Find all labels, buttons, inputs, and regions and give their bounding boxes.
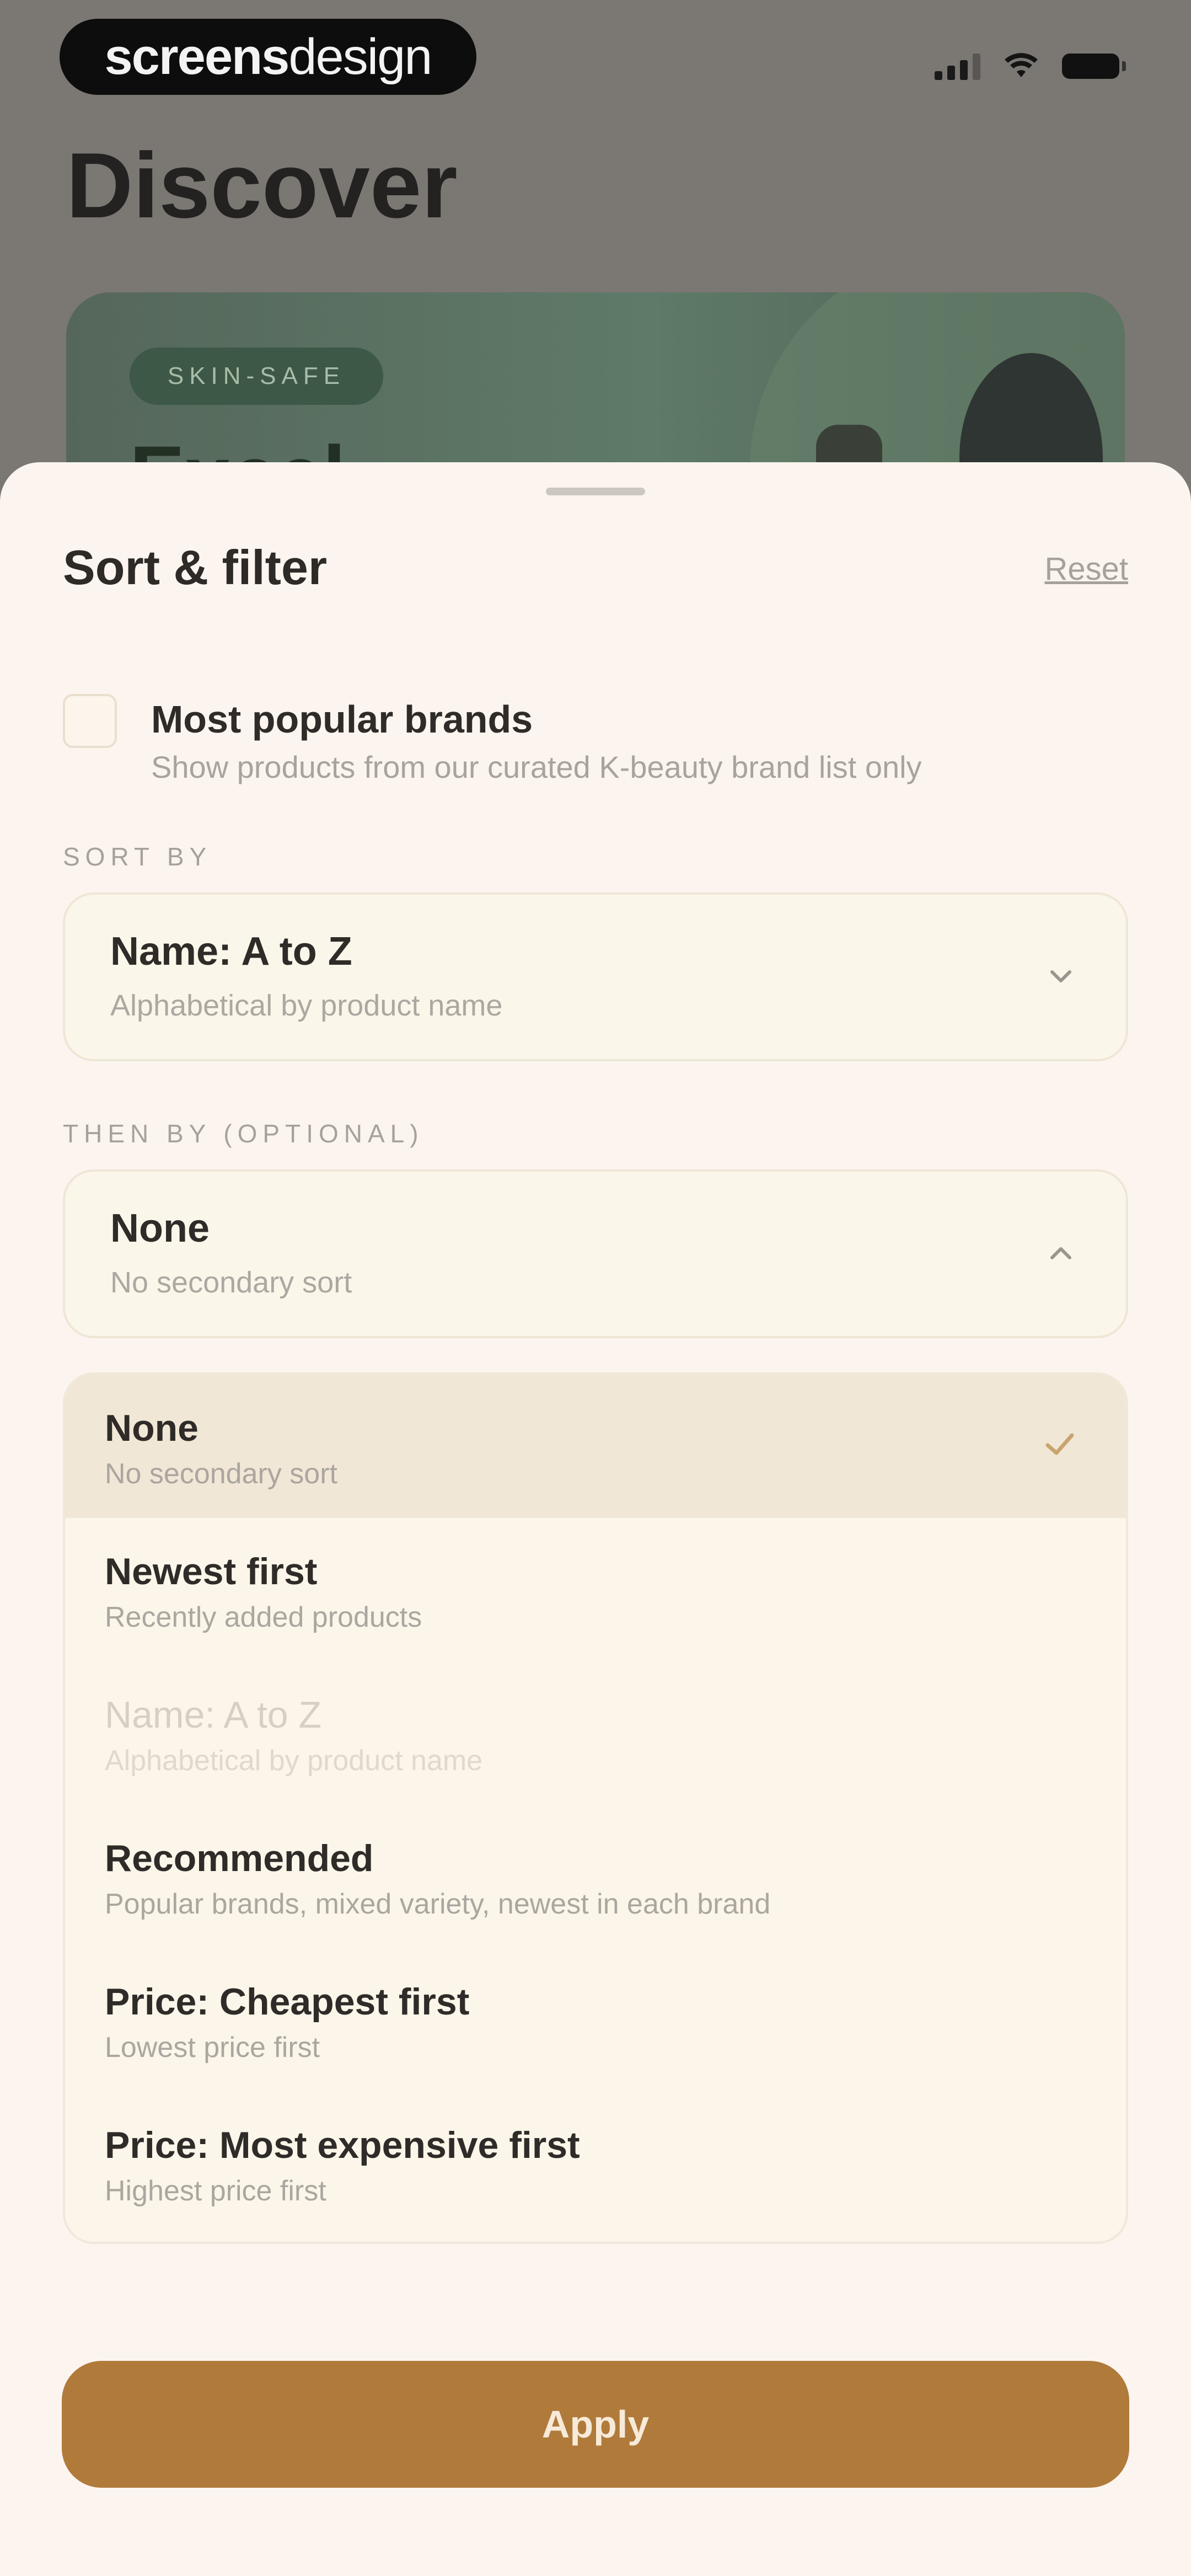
option-subtitle: Lowest price first [105, 2032, 320, 2064]
option-title: Price: Most expensive first [105, 2124, 580, 2166]
checkmark-icon [1045, 1433, 1074, 1455]
status-bar: screens design [0, 0, 1191, 116]
brand-badge: screens design [60, 19, 476, 95]
sort-by-value: Name: A to Z [110, 929, 352, 974]
dropdown-option-name-a-to-z: Name: A to Z Alphabetical by product nam… [65, 1661, 1126, 1805]
brand-bold-text: screens [104, 28, 290, 85]
then-by-label: THEN BY (OPTIONAL) [63, 1119, 424, 1148]
then-by-dropdown: None No secondary sort Newest first Rece… [63, 1372, 1128, 2244]
option-subtitle: Recently added products [105, 1601, 422, 1633]
sort-by-description: Alphabetical by product name [110, 989, 503, 1022]
option-title: Recommended [105, 1837, 374, 1879]
apply-button[interactable]: Apply [62, 2361, 1129, 2488]
option-subtitle: Alphabetical by product name [105, 1745, 483, 1777]
option-subtitle: No secondary sort [105, 1458, 337, 1490]
sort-filter-sheet: Sort & filter Reset Most popular brands … [0, 462, 1191, 2576]
brand-light-text: design [288, 28, 432, 85]
option-title: Newest first [105, 1551, 318, 1592]
sort-by-select[interactable]: Name: A to Z Alphabetical by product nam… [63, 892, 1128, 1061]
reset-link[interactable]: Reset [1044, 551, 1128, 587]
option-subtitle: Popular brands, mixed variety, newest in… [105, 1888, 771, 1920]
then-by-description: No secondary sort [110, 1266, 352, 1299]
popular-brands-checkbox[interactable] [63, 694, 117, 748]
popular-brands-subtitle: Show products from our curated K-beauty … [151, 750, 922, 784]
sheet-title: Sort & filter [63, 540, 328, 595]
option-title: None [105, 1407, 198, 1449]
dropdown-option-price-most-expensive[interactable]: Price: Most expensive first Highest pric… [65, 2092, 1126, 2235]
battery-icon [1062, 54, 1126, 79]
page-title: Discover [66, 133, 458, 237]
chevron-up-icon [1050, 1247, 1071, 1259]
wifi-icon [1005, 53, 1038, 77]
option-title: Name: A to Z [105, 1694, 322, 1736]
popular-brands-toggle[interactable]: Most popular brands Show products from o… [63, 694, 1127, 788]
dropdown-option-newest-first[interactable]: Newest first Recently added products [65, 1518, 1126, 1661]
then-by-select[interactable]: None No secondary sort [63, 1169, 1128, 1338]
option-title: Price: Cheapest first [105, 1981, 470, 2023]
popular-brands-title: Most popular brands [151, 698, 533, 741]
status-icons [935, 52, 1126, 80]
option-subtitle: Highest price first [105, 2175, 326, 2207]
sheet-drag-handle[interactable] [546, 488, 645, 495]
dropdown-option-recommended[interactable]: Recommended Popular brands, mixed variet… [65, 1805, 1126, 1948]
sort-by-label: SORT BY [63, 842, 212, 871]
dropdown-option-price-cheapest[interactable]: Price: Cheapest first Lowest price first [65, 1948, 1126, 2092]
then-by-value: None [110, 1206, 210, 1250]
chevron-down-icon [1050, 970, 1071, 982]
dropdown-option-none[interactable]: None No secondary sort [65, 1375, 1126, 1518]
cellular-signal-icon [935, 52, 980, 80]
hero-tag: SKIN-SAFE [130, 348, 383, 405]
